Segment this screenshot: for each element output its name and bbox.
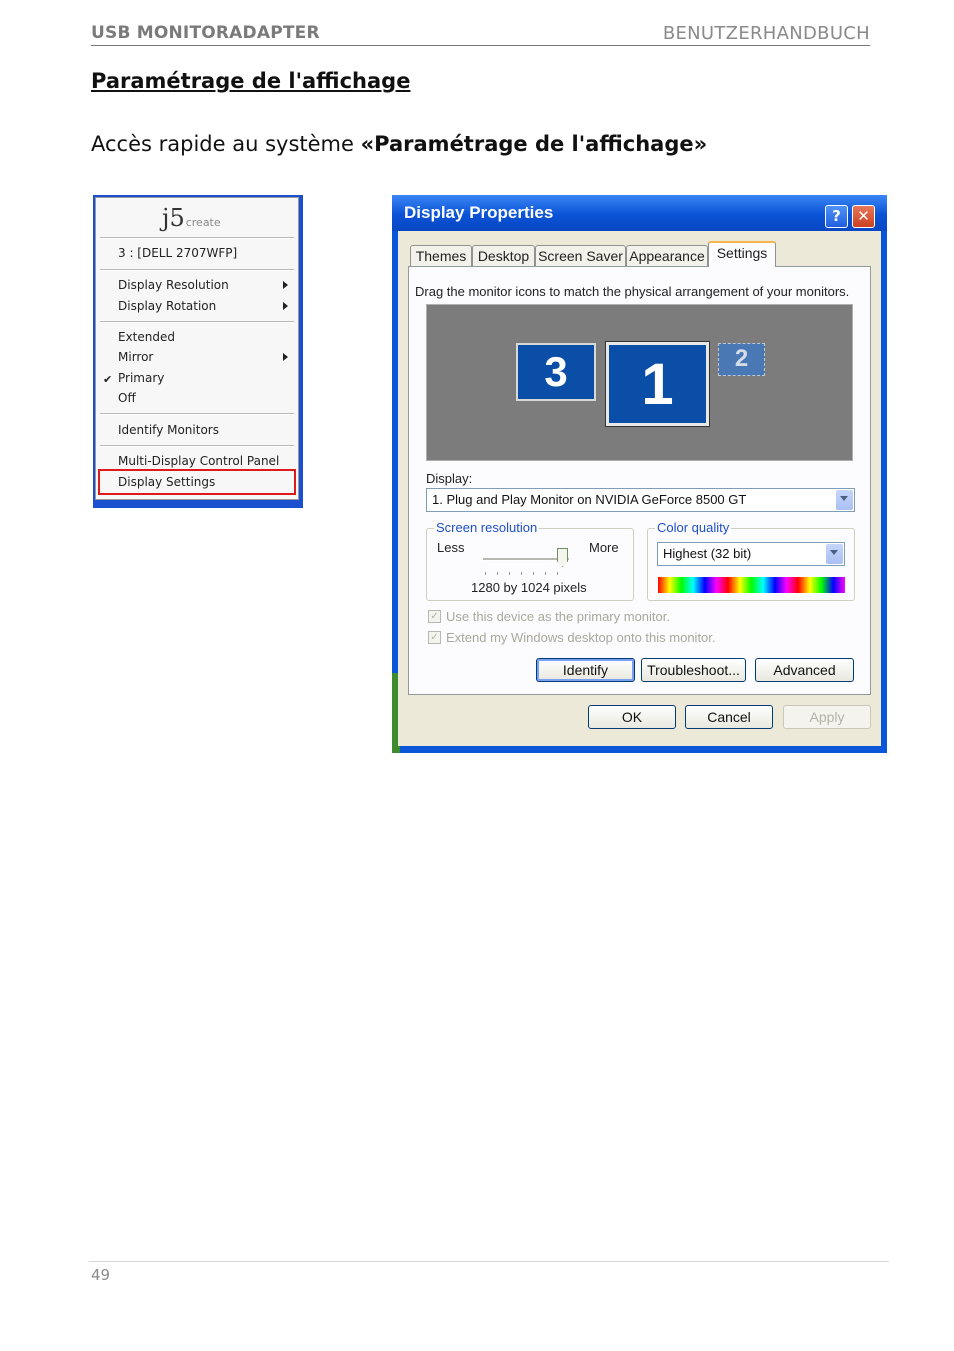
- tab-desktop[interactable]: Desktop: [472, 245, 535, 266]
- intro-paragraph: Accès rapide au système «Paramétrage de …: [91, 132, 707, 156]
- display-select[interactable]: 1. Plug and Play Monitor on NVIDIA GeFor…: [426, 488, 855, 512]
- troubleshoot-button[interactable]: Troubleshoot...: [641, 658, 746, 682]
- menu-item-multi-display-control-panel[interactable]: Multi-Display Control Panel: [118, 454, 279, 468]
- primary-monitor-checkbox[interactable]: ✓: [428, 610, 441, 623]
- ok-button[interactable]: OK: [588, 705, 676, 729]
- chevron-down-icon[interactable]: [836, 490, 853, 510]
- submenu-arrow-icon: [283, 302, 288, 310]
- monitor-arrangement-area[interactable]: 3 1 2: [426, 304, 853, 461]
- context-menu-screenshot: j5create 3 : [DELL 2707WFP] Display Reso…: [93, 195, 303, 508]
- menu-separator: [100, 445, 294, 447]
- color-quality-title: Color quality: [655, 520, 732, 535]
- screen-resolution-group: Screen resolution Less More 1280 by 1024…: [426, 520, 634, 601]
- display-properties-window: Display Properties ? ✕ Themes Desktop Sc…: [392, 195, 887, 753]
- primary-monitor-label: Use this device as the primary monitor.: [446, 609, 670, 624]
- menu-item-identify-monitors[interactable]: Identify Monitors: [118, 423, 219, 437]
- section-title: Paramétrage de l'affichage: [91, 69, 411, 93]
- slider-less-label: Less: [437, 540, 465, 555]
- resolution-value: 1280 by 1024 pixels: [471, 580, 587, 595]
- submenu-arrow-icon: [283, 281, 288, 289]
- extend-desktop-label: Extend my Windows desktop onto this moni…: [446, 630, 716, 645]
- slider-ticks: [485, 572, 565, 575]
- close-button[interactable]: ✕: [852, 205, 875, 228]
- color-quality-value: Highest (32 bit): [663, 546, 752, 561]
- color-spectrum-bar: [658, 577, 845, 593]
- extend-desktop-checkbox[interactable]: ✓: [428, 631, 441, 644]
- menu-separator: [100, 413, 294, 415]
- intro-bold: «Paramétrage de l'affichage»: [360, 132, 708, 156]
- chevron-down-icon[interactable]: [826, 544, 843, 564]
- menu-item-primary[interactable]: Primary: [118, 371, 164, 385]
- highlight-box: [98, 469, 296, 495]
- page-number: 49: [91, 1266, 111, 1284]
- menu-monitor-label: 3 : [DELL 2707WFP]: [118, 246, 238, 260]
- tab-screen-saver[interactable]: Screen Saver: [535, 245, 626, 266]
- menu-item-extended[interactable]: Extended: [118, 330, 175, 344]
- menu-item-display-rotation[interactable]: Display Rotation: [118, 299, 216, 313]
- screen-resolution-title: Screen resolution: [434, 520, 540, 535]
- color-quality-group: Color quality Highest (32 bit): [647, 520, 855, 601]
- menu-item-off[interactable]: Off: [118, 391, 136, 405]
- footer-divider: [89, 1261, 889, 1262]
- color-quality-select[interactable]: Highest (32 bit): [657, 542, 845, 566]
- tab-settings[interactable]: Settings: [708, 241, 776, 267]
- j5-create-logo: j5create: [162, 204, 221, 232]
- menu-separator: [100, 269, 294, 271]
- slider-more-label: More: [589, 540, 619, 555]
- context-menu: j5create 3 : [DELL 2707WFP] Display Reso…: [95, 197, 299, 500]
- monitor-3-icon[interactable]: 3: [516, 343, 596, 401]
- display-label: Display:: [426, 471, 473, 486]
- submenu-arrow-icon: [283, 353, 288, 361]
- instruction-text: Drag the monitor icons to match the phys…: [415, 284, 850, 299]
- header-manual-title: BENUTZERHANDBUCH: [662, 23, 870, 44]
- resolution-slider-track[interactable]: [483, 558, 569, 561]
- logo-create: create: [185, 216, 221, 229]
- resolution-slider-thumb[interactable]: [557, 548, 568, 567]
- advanced-button[interactable]: Advanced: [755, 658, 854, 682]
- identify-button[interactable]: Identify: [536, 658, 635, 682]
- header-product-name: USB MONITORADAPTER: [91, 23, 320, 43]
- intro-text: Accès rapide au système: [91, 132, 361, 156]
- menu-item-display-resolution[interactable]: Display Resolution: [118, 278, 229, 292]
- checkmark-icon: ✔: [103, 373, 113, 386]
- monitor-2-icon[interactable]: 2: [718, 343, 765, 376]
- logo-j5: j5: [162, 204, 185, 232]
- tab-appearance[interactable]: Appearance: [626, 245, 708, 266]
- menu-separator: [100, 237, 294, 239]
- monitor-1-icon[interactable]: 1: [605, 341, 710, 427]
- display-select-value: 1. Plug and Play Monitor on NVIDIA GeFor…: [432, 492, 747, 507]
- window-title: Display Properties: [404, 203, 554, 222]
- cancel-button[interactable]: Cancel: [685, 705, 773, 729]
- dialog-client-area: Themes Desktop Screen Saver Appearance S…: [398, 231, 881, 746]
- tab-themes[interactable]: Themes: [410, 245, 472, 266]
- title-bar[interactable]: Display Properties ? ✕: [392, 195, 887, 231]
- menu-item-mirror[interactable]: Mirror: [118, 350, 153, 364]
- menu-separator: [100, 321, 294, 323]
- help-button[interactable]: ?: [825, 205, 848, 228]
- page-header: USB MONITORADAPTER BENUTZERHANDBUCH: [91, 21, 870, 46]
- apply-button: Apply: [783, 705, 871, 729]
